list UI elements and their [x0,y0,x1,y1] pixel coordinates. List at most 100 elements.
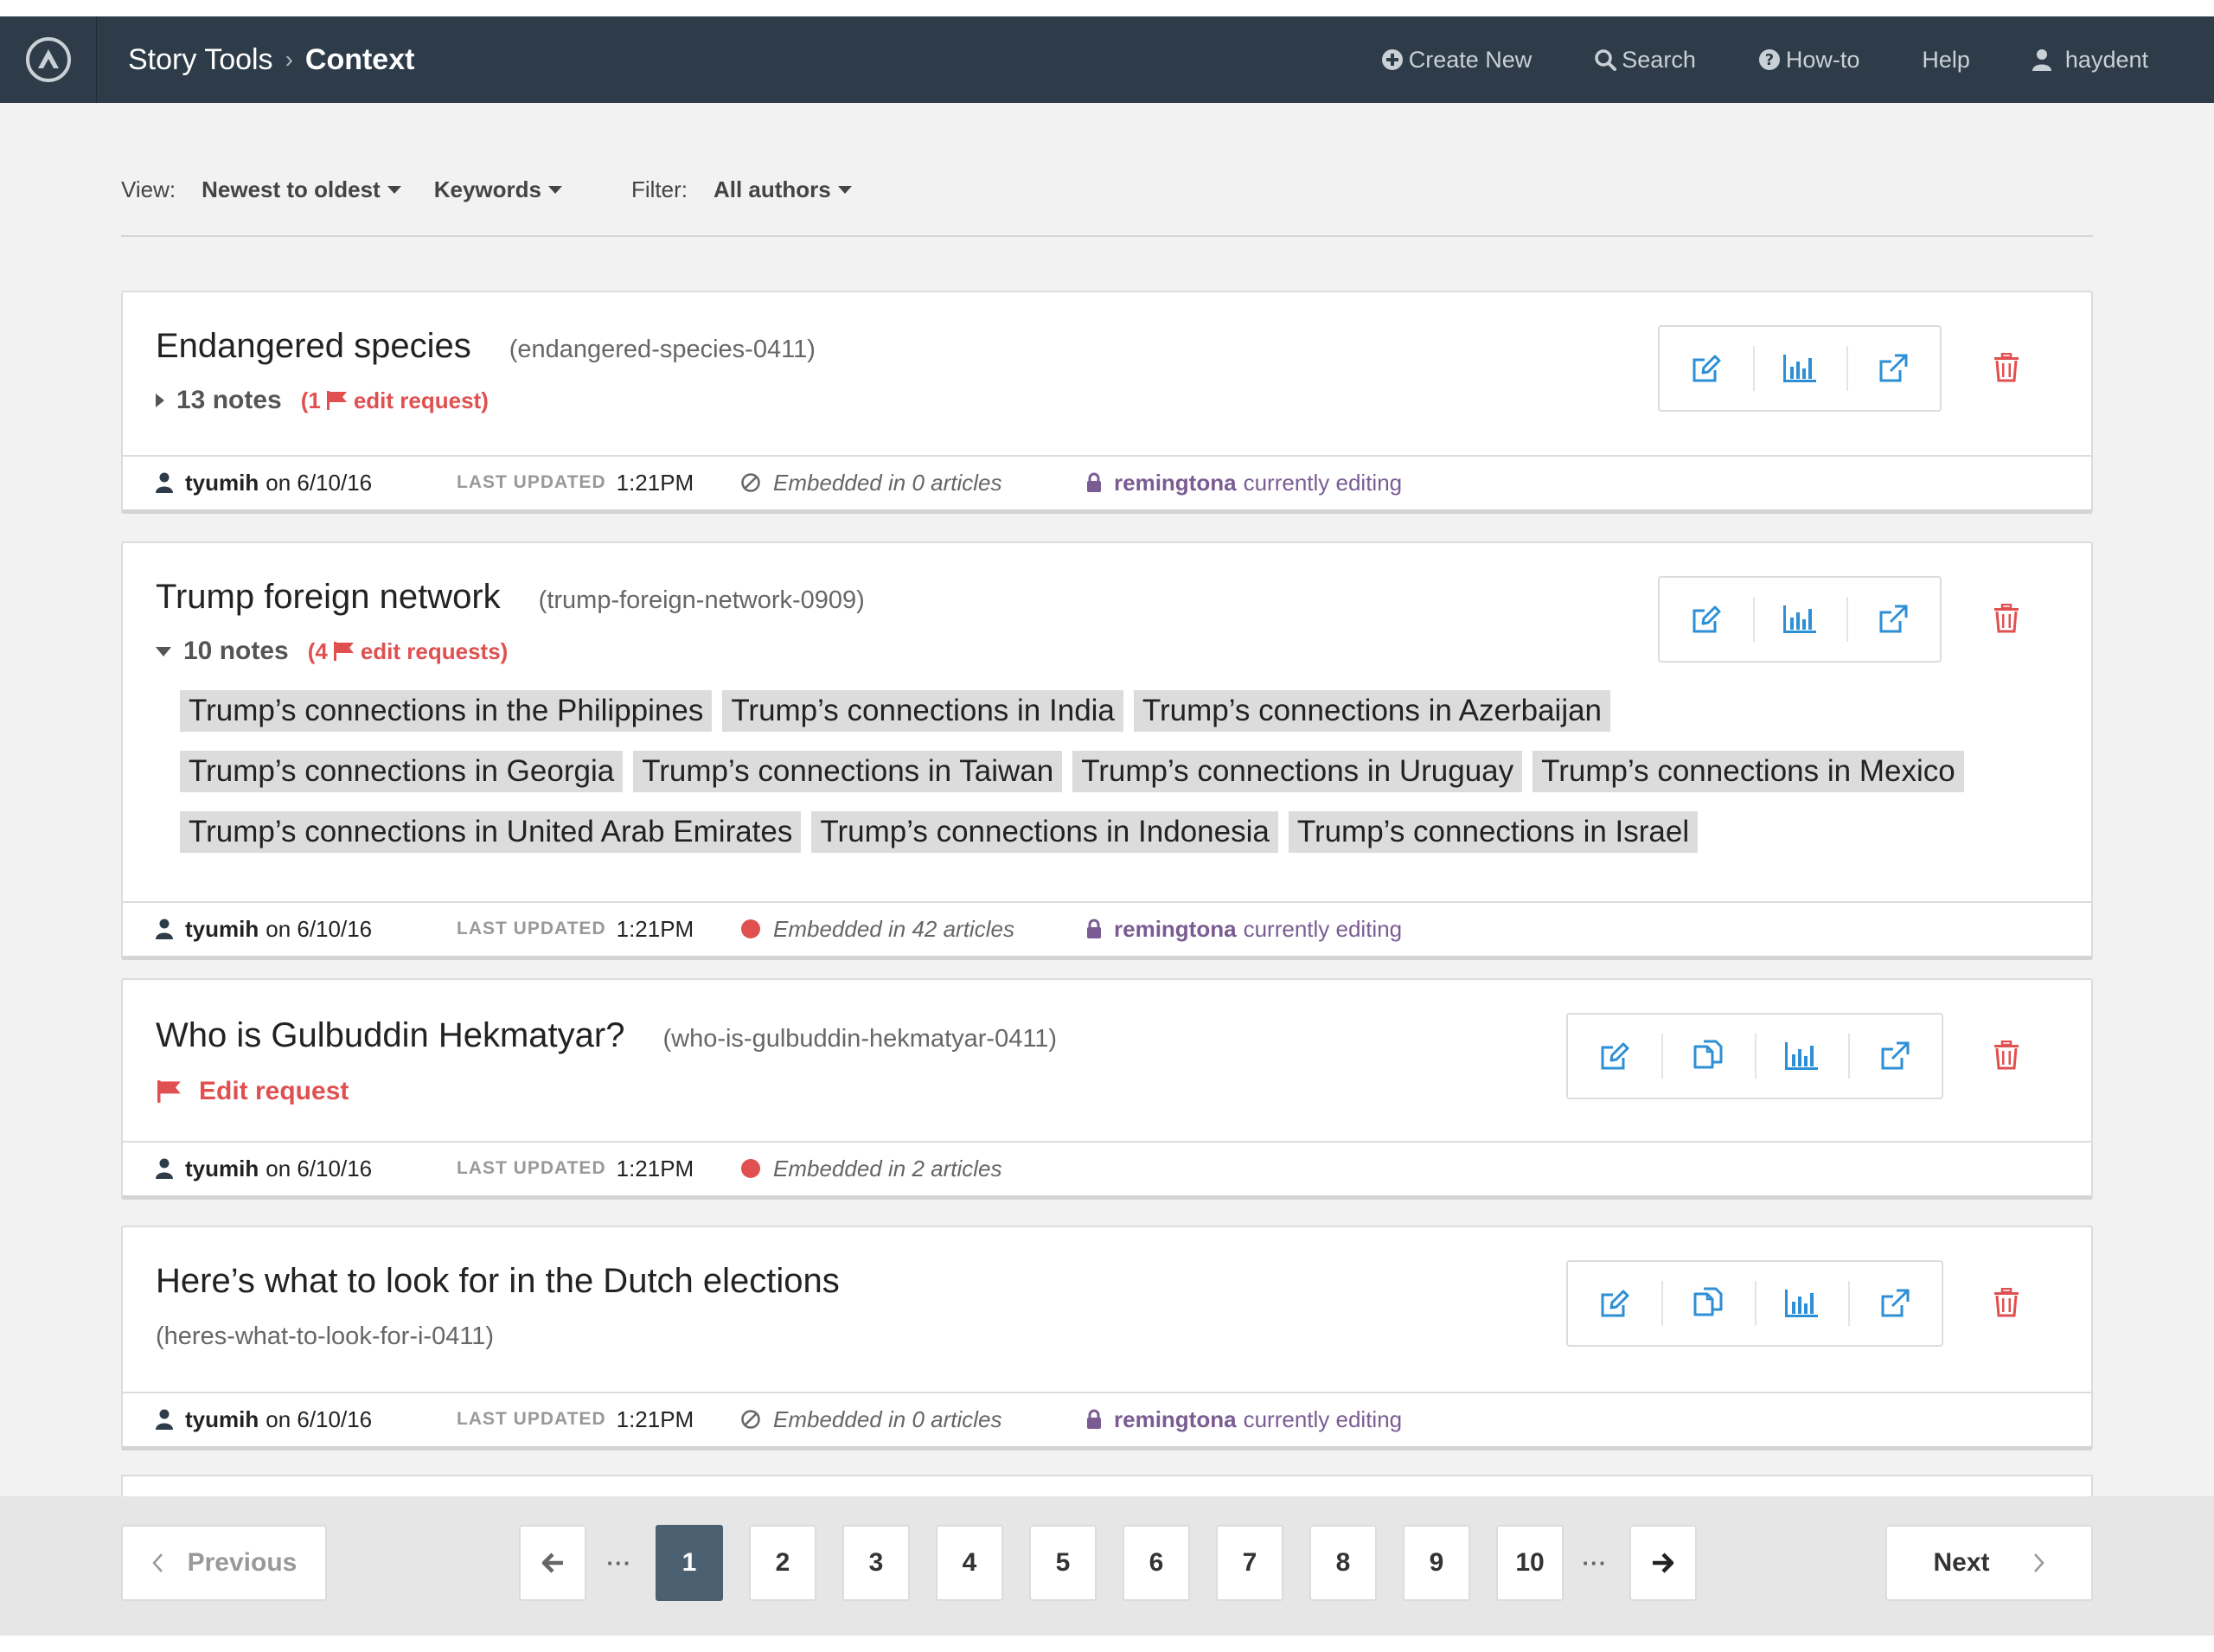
edit-icon [1692,605,1721,633]
user-icon [156,472,173,493]
user-icon [2032,49,2051,71]
stats-button[interactable] [1753,578,1846,661]
arrow-right-button[interactable] [1629,1525,1697,1601]
ban-icon [741,473,760,492]
author-name[interactable]: tyumih [185,470,259,496]
note-tag[interactable]: Trump’s connections in Uruguay [1072,751,1523,792]
note-tag[interactable]: Trump’s connections in Georgia [180,751,624,792]
notes-toggle[interactable]: 10 notes (4 edit requests) [156,637,508,666]
create-new-link[interactable]: Create New [1381,47,1532,74]
delete-button[interactable] [1989,350,2024,385]
card-footer: tyumih on 6/10/16 LAST UPDATED 1:21PM Em… [123,1141,2091,1194]
edit-request-link[interactable]: (1 edit request) [301,387,489,414]
author-info: tyumih on 6/10/16 [156,470,457,496]
page-button-8[interactable]: 8 [1309,1525,1377,1601]
author-name[interactable]: tyumih [185,1406,259,1433]
card-title[interactable]: Trump foreign network [156,578,501,617]
previous-button[interactable]: Previous [121,1525,327,1601]
user-menu[interactable]: haydent [2032,47,2148,74]
copy-button[interactable] [1661,1015,1755,1098]
editing-text: currently editing [1243,469,1403,496]
help-link[interactable]: Help [1922,47,1970,74]
copy-button[interactable] [1661,1262,1755,1345]
author-name[interactable]: tyumih [185,1156,259,1182]
open-external-button[interactable] [1848,1262,1942,1345]
page-button-7[interactable]: 7 [1216,1525,1283,1601]
note-tag[interactable]: Trump’s connections in Israel [1288,811,1699,853]
stats-button[interactable] [1755,1262,1848,1345]
page-button-4[interactable]: 4 [936,1525,1003,1601]
page-button-10[interactable]: 10 [1496,1525,1564,1601]
delete-button[interactable] [1989,601,2024,636]
caret-down-icon [547,185,562,194]
note-tag[interactable]: Trump’s connections in United Arab Emira… [180,811,802,853]
edit-request-link[interactable]: (4 edit requests) [308,638,509,665]
page-button-5[interactable]: 5 [1029,1525,1097,1601]
editor-name[interactable]: remingtona [1114,916,1237,943]
edit-button[interactable] [1660,578,1753,661]
page-button-2[interactable]: 2 [749,1525,816,1601]
page-button-3[interactable]: 3 [842,1525,910,1601]
author-name[interactable]: tyumih [185,916,259,943]
open-external-button[interactable] [1846,578,1940,661]
previous-label: Previous [187,1548,298,1577]
created-date: on 6/10/16 [266,469,373,496]
edit-button[interactable] [1568,1262,1661,1345]
editor-name[interactable]: remingtona [1114,470,1237,496]
search-label: Search [1622,46,1696,73]
bar-chart-icon [1785,1290,1818,1317]
arrow-left-button[interactable] [519,1525,586,1601]
bar-chart-icon [1783,355,1816,382]
last-updated-label: LAST UPDATED [457,1409,606,1429]
page-button-1[interactable]: 1 [656,1525,723,1601]
page-button-6[interactable]: 6 [1123,1525,1190,1601]
note-tag[interactable]: Trump’s connections in Indonesia [811,811,1278,853]
note-tag[interactable]: Trump’s connections in Mexico [1533,751,1964,792]
editing-text: currently editing [1243,915,1403,942]
search-link[interactable]: Search [1594,47,1696,74]
page-title: Context [304,42,415,76]
last-updated-label: LAST UPDATED [457,919,606,938]
card-slug: (who-is-gulbuddin-hekmatyar-0411) [662,1025,1058,1053]
next-button[interactable]: Next [1885,1525,2093,1601]
sort-dropdown[interactable]: Newest to oldest [202,176,401,203]
open-external-button[interactable] [1846,327,1940,410]
logo[interactable] [0,16,97,103]
edit-button[interactable] [1660,327,1753,410]
keywords-dropdown[interactable]: Keywords [434,176,562,203]
card-title[interactable]: Endangered species [156,327,471,366]
howto-link[interactable]: ? How-to [1758,47,1859,74]
card-heading: Endangered species (endangered-species-0… [156,327,816,366]
delete-button[interactable] [1989,1038,2024,1073]
filter-bar: View: Newest to oldest Keywords Filter: … [121,172,885,207]
card-slug: (endangered-species-0411) [509,336,816,363]
editing-status: remingtona currently editing [1086,470,1402,496]
card-title[interactable]: Here’s what to look for in the Dutch ele… [156,1262,840,1301]
stats-button[interactable] [1755,1015,1848,1098]
notes-toggle[interactable]: 13 notes (1 edit request) [156,386,489,415]
breadcrumb: Story Tools › Context [128,16,414,103]
editor-name[interactable]: remingtona [1114,1406,1237,1433]
edit-icon [1601,1290,1629,1317]
edit-button[interactable] [1568,1015,1661,1098]
stats-button[interactable] [1753,327,1846,410]
user-icon [156,919,173,939]
notes-count: 10 notes [183,637,289,665]
note-tag[interactable]: Trump’s connections in the Philippines [180,690,713,732]
red-dot-icon [741,1159,760,1178]
last-updated: LAST UPDATED 1:21PM [457,916,740,943]
external-link-icon [1879,354,1908,382]
edit-request-link[interactable]: Edit request [156,1077,349,1106]
created-date: on 6/10/16 [266,1155,373,1181]
delete-button[interactable] [1989,1285,2024,1320]
open-external-button[interactable] [1848,1015,1942,1098]
breadcrumb-story-tools[interactable]: Story Tools [128,43,273,77]
lock-icon [1087,472,1101,492]
card-title[interactable]: Who is Gulbuddin Hekmatyar? [156,1016,624,1055]
note-tag[interactable]: Trump’s connections in Taiwan [633,751,1063,792]
note-tag[interactable]: Trump’s connections in Azerbaijan [1133,690,1611,732]
note-tag[interactable]: Trump’s connections in India [722,690,1123,732]
authors-dropdown[interactable]: All authors [713,176,852,203]
page-button-9[interactable]: 9 [1403,1525,1470,1601]
edit-icon [1601,1042,1629,1070]
